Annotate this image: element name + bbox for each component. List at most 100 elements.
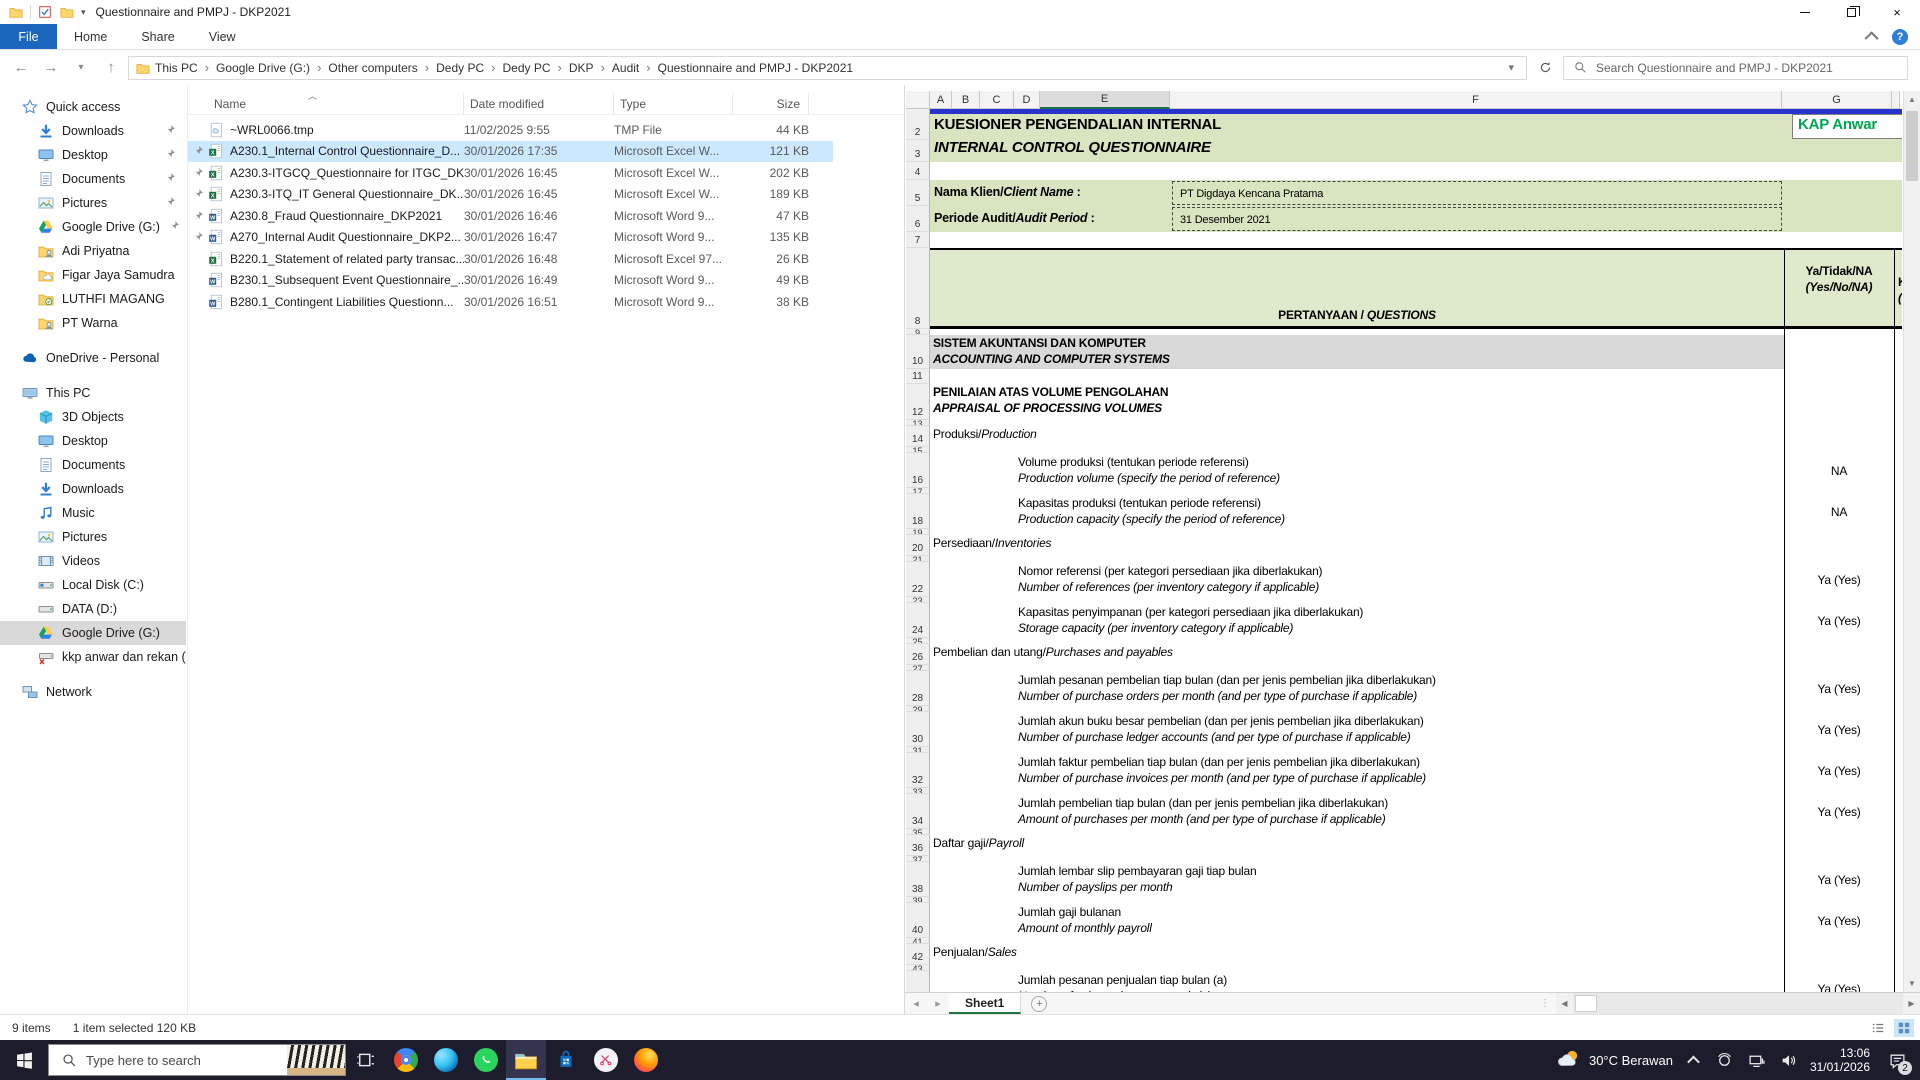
breadcrumb-separator-icon[interactable]: › bbox=[422, 60, 432, 75]
edge-icon[interactable] bbox=[426, 1040, 466, 1080]
column-header-name[interactable]: Name bbox=[208, 93, 464, 114]
snipping-tool-icon[interactable] bbox=[586, 1040, 626, 1080]
sidebar-item-adi-priyatna[interactable]: Adi Priyatna bbox=[0, 239, 186, 263]
breadcrumb-segment[interactable]: Other computers bbox=[328, 61, 417, 75]
sidebar-item-downloads[interactable]: Downloads bbox=[0, 477, 186, 501]
breadcrumb-separator-icon[interactable]: › bbox=[598, 60, 608, 75]
tab-share[interactable]: Share bbox=[124, 24, 191, 49]
table-row[interactable]: XA230.3-ITQ_IT General Questionnaire_DK.… bbox=[188, 184, 833, 206]
tab-view[interactable]: View bbox=[192, 24, 253, 49]
table-row[interactable]: XA230.3-ITGCQ_Questionnaire for ITGC_DK.… bbox=[188, 162, 833, 184]
sidebar-item-documents[interactable]: Documents bbox=[0, 453, 186, 477]
sheet-tab[interactable]: Sheet1 bbox=[949, 993, 1021, 1014]
weather-widget[interactable]: 30°C Berawan bbox=[1556, 1046, 1673, 1075]
breadcrumb-segment[interactable]: DKP bbox=[569, 61, 594, 75]
tab-file[interactable]: File bbox=[0, 24, 57, 49]
table-row[interactable]: XA230.1_Internal Control Questionnaire_D… bbox=[188, 141, 833, 163]
breadcrumb-separator-icon[interactable]: › bbox=[314, 60, 324, 75]
address-bar[interactable]: This PC › Google Drive (G:) › Other computer… bbox=[128, 56, 1527, 80]
recent-locations-chevron-icon[interactable]: ▾ bbox=[68, 56, 94, 80]
sidebar-item-google-drive-g[interactable]: Google Drive (G:) bbox=[0, 215, 186, 239]
forward-button[interactable]: → bbox=[38, 56, 64, 80]
taskbar-search[interactable]: Type here to search bbox=[48, 1044, 346, 1076]
preview-horizontal-scrollbar[interactable] bbox=[1573, 993, 1903, 1014]
column-header-size[interactable]: Size bbox=[733, 93, 809, 114]
firefox-icon[interactable] bbox=[626, 1040, 666, 1080]
sidebar-item-music[interactable]: Music bbox=[0, 501, 186, 525]
notification-center-button[interactable]: 2 bbox=[1880, 1040, 1914, 1080]
sidebar-item-data-d[interactable]: DATA (D:) bbox=[0, 597, 186, 621]
breadcrumb-segment[interactable]: Google Drive (G:) bbox=[216, 61, 310, 75]
sidebar-item-onedrive-personal[interactable]: OneDrive - Personal bbox=[0, 346, 186, 370]
explorer-search[interactable] bbox=[1563, 56, 1908, 80]
sidebar-item-pictures[interactable]: Pictures bbox=[0, 525, 186, 549]
breadcrumb-segment[interactable]: Dedy PC bbox=[436, 61, 484, 75]
chrome-icon[interactable] bbox=[386, 1040, 426, 1080]
properties-check-icon[interactable] bbox=[37, 4, 53, 20]
tab-home[interactable]: Home bbox=[57, 24, 124, 49]
column-header-date-modified[interactable]: Date modified bbox=[464, 93, 614, 114]
sheet-next-icon[interactable]: ▸ bbox=[927, 997, 949, 1010]
breadcrumb-separator-icon[interactable]: › bbox=[488, 60, 498, 75]
breadcrumb-separator-icon[interactable]: › bbox=[643, 60, 653, 75]
back-button[interactable]: ← bbox=[8, 56, 34, 80]
tray-expand-chevron-icon[interactable] bbox=[1687, 1055, 1700, 1068]
scroll-down-icon[interactable]: ▼ bbox=[1904, 975, 1920, 992]
breadcrumb-separator-icon[interactable]: › bbox=[202, 60, 212, 75]
search-highlight-image[interactable] bbox=[287, 1045, 345, 1075]
minimize-button[interactable] bbox=[1782, 0, 1828, 24]
scroll-thumb[interactable] bbox=[1906, 111, 1918, 181]
whatsapp-icon[interactable] bbox=[466, 1040, 506, 1080]
sidebar-item-google-drive-g[interactable]: Google Drive (G:) bbox=[0, 621, 186, 645]
network-icon[interactable] bbox=[1746, 1046, 1768, 1074]
scroll-right-icon[interactable]: ▶ bbox=[1903, 993, 1920, 1014]
clock[interactable]: 13:06 31/01/2026 bbox=[1810, 1046, 1870, 1074]
new-folder-icon[interactable] bbox=[59, 4, 75, 20]
help-icon[interactable]: ? bbox=[1892, 29, 1908, 45]
sidebar-item-pt-warna[interactable]: PT Warna bbox=[0, 311, 186, 335]
breadcrumb-segment[interactable]: Audit bbox=[612, 61, 639, 75]
sidebar-item-desktop[interactable]: Desktop bbox=[0, 429, 186, 453]
restore-button[interactable] bbox=[1828, 0, 1874, 24]
sidebar-item-desktop[interactable]: Desktop bbox=[0, 143, 186, 167]
address-dropdown-chevron-icon[interactable]: ▾ bbox=[1502, 61, 1520, 74]
table-row[interactable]: WA270_Internal Audit Questionnaire_DKP2.… bbox=[188, 227, 833, 249]
microsoft-store-icon[interactable] bbox=[546, 1040, 586, 1080]
breadcrumb-separator-icon[interactable]: › bbox=[555, 60, 565, 75]
scroll-thumb[interactable] bbox=[1575, 995, 1597, 1012]
column-header-type[interactable]: Type bbox=[614, 93, 733, 114]
sidebar-item-3d-objects[interactable]: 3D Objects bbox=[0, 405, 186, 429]
sidebar-item-quick-access[interactable]: Quick access bbox=[0, 95, 186, 119]
details-view-icon[interactable] bbox=[1868, 1019, 1888, 1037]
table-row[interactable]: WA230.8_Fraud Questionnaire_DKP202130/01… bbox=[188, 205, 833, 227]
table-row[interactable]: XB220.1_Statement of related party trans… bbox=[188, 248, 833, 270]
close-button[interactable]: × bbox=[1874, 0, 1920, 24]
splitter-dots-icon[interactable]: ⋮ bbox=[1534, 998, 1556, 1009]
table-row[interactable]: WB280.1_Contingent Liabilities Questionn… bbox=[188, 291, 833, 313]
sidebar-item-figar-jaya-samudra[interactable]: Figar Jaya Samudra bbox=[0, 263, 186, 287]
preview-vertical-scrollbar[interactable]: ▲ ▼ bbox=[1903, 91, 1920, 992]
breadcrumb-segment[interactable]: Questionnaire and PMPJ - DKP2021 bbox=[658, 61, 853, 75]
breadcrumb-segment[interactable]: Dedy PC bbox=[503, 61, 551, 75]
add-sheet-icon[interactable]: + bbox=[1031, 996, 1047, 1012]
sidebar-item-local-disk-c[interactable]: Local Disk (C:) bbox=[0, 573, 186, 597]
qat-customize-chevron-icon[interactable]: ▾ bbox=[81, 7, 86, 18]
up-button[interactable]: ↑ bbox=[98, 56, 124, 80]
scroll-left-icon[interactable]: ◀ bbox=[1556, 993, 1573, 1014]
sheet-prev-icon[interactable]: ◂ bbox=[905, 997, 927, 1010]
expand-ribbon-icon[interactable] bbox=[1865, 31, 1879, 45]
table-row[interactable]: WB230.1_Subsequent Event Questionnaire_.… bbox=[188, 270, 833, 292]
start-button[interactable] bbox=[0, 1040, 48, 1080]
sidebar-item-network[interactable]: Network bbox=[0, 680, 186, 704]
sidebar-item-pictures[interactable]: Pictures bbox=[0, 191, 186, 215]
table-row[interactable]: ~WRL0066.tmp11/02/2025 9:55TMP File44 KB bbox=[188, 119, 833, 141]
meet-now-icon[interactable] bbox=[1714, 1046, 1736, 1074]
volume-icon[interactable] bbox=[1778, 1046, 1800, 1074]
sidebar-item-documents[interactable]: Documents bbox=[0, 167, 186, 191]
task-view-button[interactable] bbox=[346, 1040, 386, 1080]
scroll-up-icon[interactable]: ▲ bbox=[1904, 91, 1920, 108]
sidebar-item-downloads[interactable]: Downloads bbox=[0, 119, 186, 143]
breadcrumb-segment[interactable]: This PC bbox=[155, 61, 198, 75]
refresh-button[interactable] bbox=[1531, 56, 1559, 80]
sidebar-item-kkp-anwar-dan-rekan-1[interactable]: kkp anwar dan rekan (\\1 bbox=[0, 645, 186, 669]
